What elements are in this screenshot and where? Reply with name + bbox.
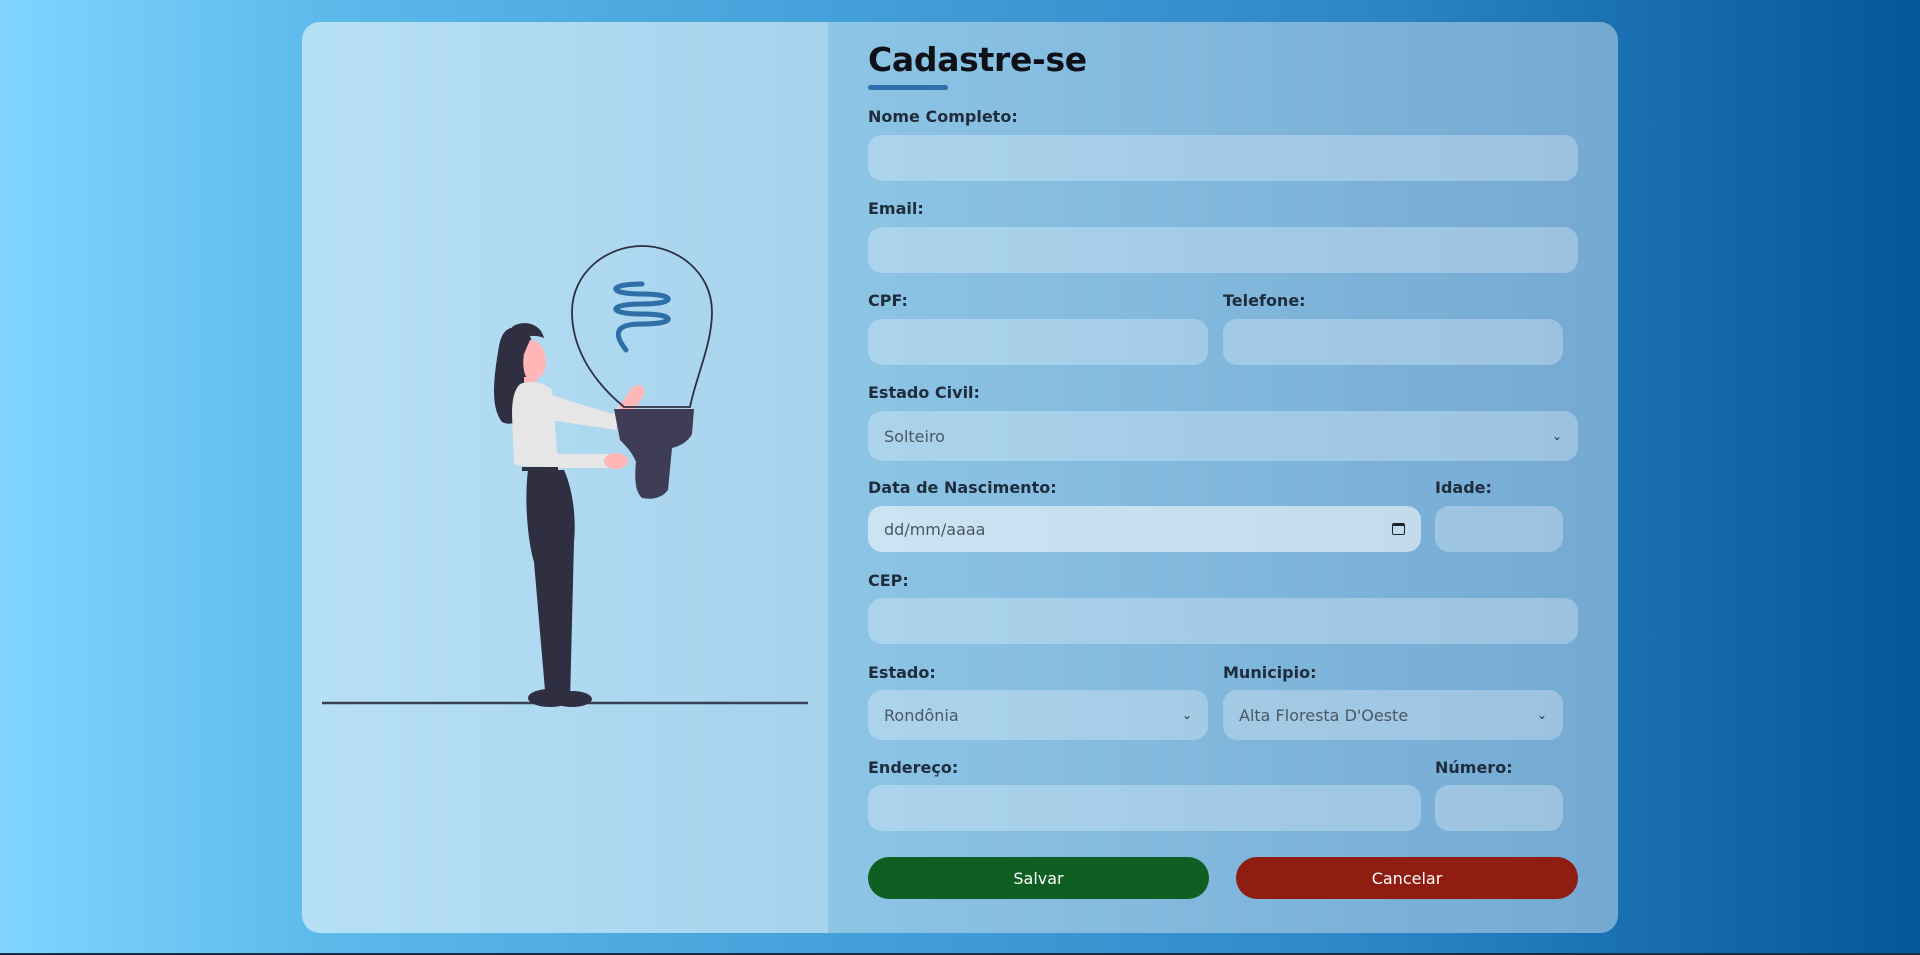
endereco-label: Endereço: bbox=[868, 758, 959, 777]
estado-value: Rondônia bbox=[884, 705, 959, 725]
estado-civil-value: Solteiro bbox=[884, 426, 945, 446]
telefone-label: Telefone: bbox=[1223, 291, 1306, 310]
nome-label: Nome Completo: bbox=[868, 107, 1018, 126]
estado-civil-label: Estado Civil: bbox=[868, 383, 980, 402]
cep-input[interactable] bbox=[868, 598, 1578, 644]
municipio-value: Alta Floresta D'Oeste bbox=[1239, 705, 1409, 725]
data-nascimento-placeholder: dd/mm/aaaa bbox=[884, 519, 986, 539]
data-nascimento-input[interactable]: dd/mm/aaaa bbox=[868, 506, 1421, 552]
chevron-down-icon: ⌄ bbox=[1181, 708, 1192, 722]
cpf-input[interactable] bbox=[868, 319, 1208, 365]
illustration-panel bbox=[302, 22, 828, 933]
numero-input[interactable] bbox=[1435, 785, 1563, 831]
municipio-label: Municipio: bbox=[1223, 663, 1317, 682]
estado-civil-select[interactable]: Solteiro ⌄ bbox=[868, 411, 1578, 461]
idade-input[interactable] bbox=[1435, 506, 1563, 552]
cpf-label: CPF: bbox=[868, 291, 908, 310]
woman-holding-lightbulb-icon bbox=[322, 245, 808, 707]
title-underline bbox=[868, 85, 948, 90]
telefone-input[interactable] bbox=[1223, 319, 1563, 365]
numero-label: Número: bbox=[1435, 758, 1513, 777]
signup-card: Cadastre-se Nome Completo: Email: CPF: T… bbox=[302, 22, 1618, 933]
estado-label: Estado: bbox=[868, 663, 936, 682]
page-title: Cadastre-se bbox=[868, 40, 1087, 79]
estado-select[interactable]: Rondônia ⌄ bbox=[868, 690, 1208, 740]
data-nascimento-label: Data de Nascimento: bbox=[868, 478, 1057, 497]
calendar-icon[interactable] bbox=[1392, 523, 1405, 535]
nome-input[interactable] bbox=[868, 135, 1578, 181]
cep-label: CEP: bbox=[868, 571, 909, 590]
municipio-select[interactable]: Alta Floresta D'Oeste ⌄ bbox=[1223, 690, 1563, 740]
chevron-down-icon: ⌄ bbox=[1536, 708, 1547, 722]
cancel-button[interactable]: Cancelar bbox=[1236, 857, 1578, 899]
form-panel: Cadastre-se Nome Completo: Email: CPF: T… bbox=[828, 22, 1618, 933]
idade-label: Idade: bbox=[1435, 478, 1492, 497]
email-input[interactable] bbox=[868, 227, 1578, 273]
save-button[interactable]: Salvar bbox=[868, 857, 1209, 899]
email-label: Email: bbox=[868, 199, 924, 218]
endereco-input[interactable] bbox=[868, 785, 1421, 831]
chevron-down-icon: ⌄ bbox=[1551, 429, 1562, 443]
